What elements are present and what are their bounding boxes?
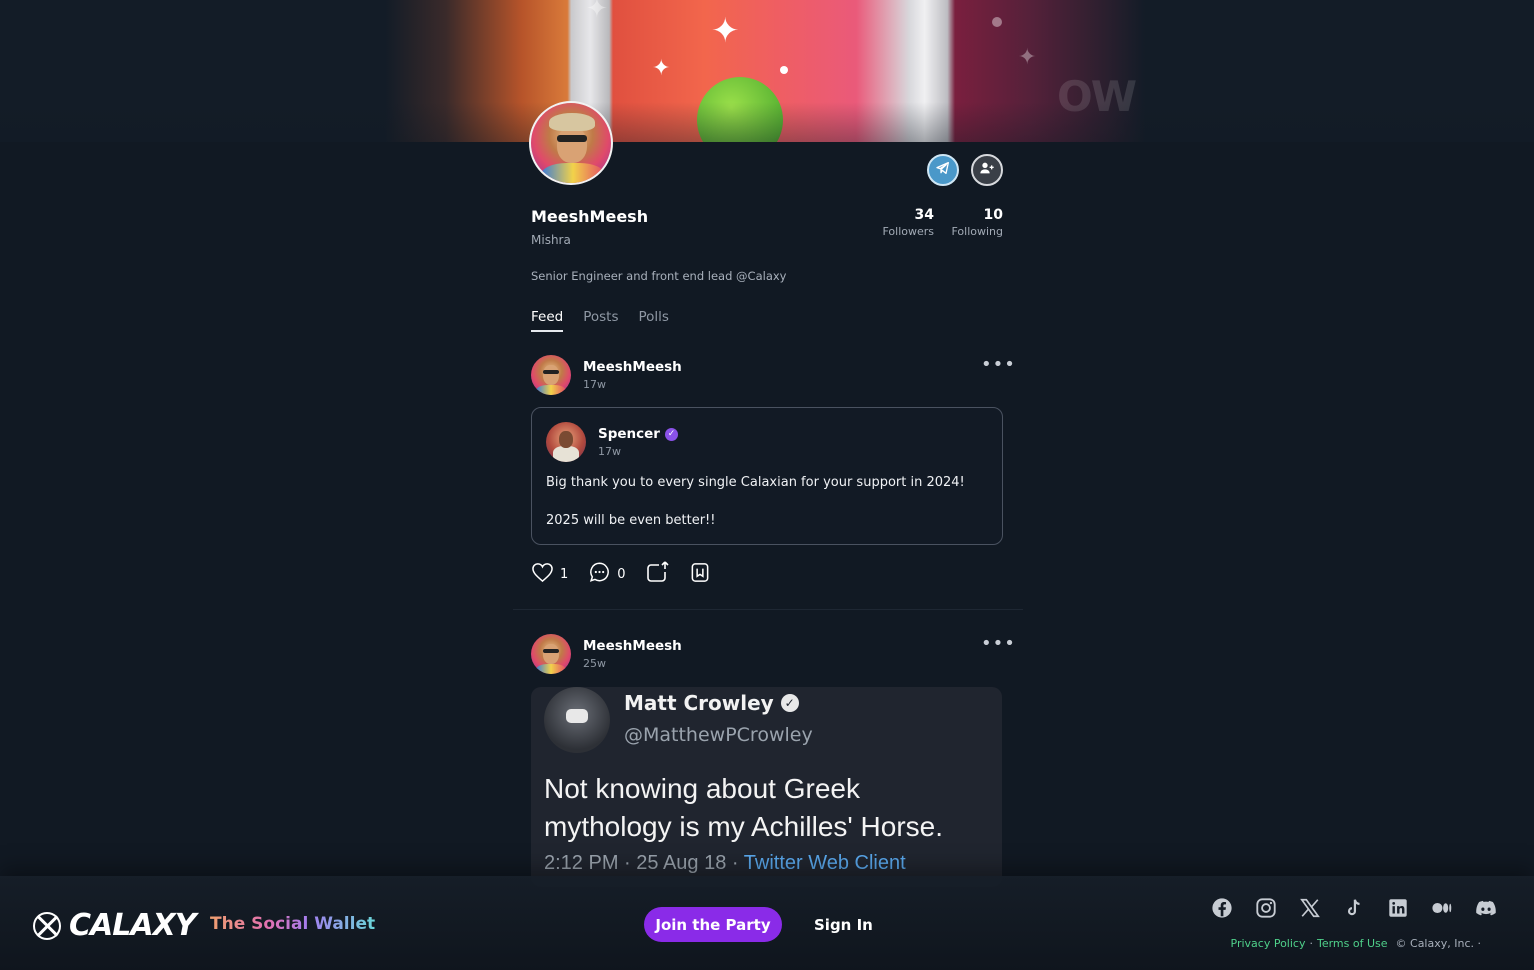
followers-count: 34 [914, 207, 934, 223]
share-button[interactable] [646, 561, 670, 587]
post-author[interactable]: MeeshMeesh 17w [531, 355, 682, 395]
avatar [531, 355, 571, 395]
tiktok-icon[interactable] [1343, 897, 1365, 919]
post-time: 17w [583, 378, 606, 391]
quoted-post-text-line-2: 2025 will be even better!! [546, 513, 716, 528]
verified-icon: ✓ [780, 694, 799, 712]
privacy-policy-link[interactable]: Privacy Policy [1231, 937, 1306, 950]
followers-stat[interactable]: 34 Followers [882, 207, 934, 238]
following-stat[interactable]: 10 Following [951, 207, 1003, 238]
author-name: MeeshMeesh [583, 638, 682, 654]
post-time: 25w [583, 657, 606, 670]
post-author[interactable]: MeeshMeesh 25w [531, 634, 682, 674]
bookmark-button[interactable] [690, 562, 710, 587]
footer-links: Privacy Policy · Terms of Use © Calaxy, … [1231, 937, 1482, 950]
post-actions: 1 0 [531, 561, 730, 587]
sign-in-button[interactable]: Sign In [808, 907, 879, 942]
social-links [1211, 897, 1497, 919]
linkedin-icon[interactable] [1387, 897, 1409, 919]
star-icon: ✦ [652, 56, 671, 81]
comment-button[interactable]: 0 [588, 561, 626, 587]
comment-count: 0 [617, 566, 626, 582]
quoted-author-name: Spencer [598, 426, 660, 442]
following-count: 10 [983, 207, 1003, 223]
verified-icon: ✓ [664, 427, 678, 441]
footer-separator: · [1309, 937, 1313, 950]
tweet-client: Twitter Web Client [743, 852, 906, 874]
dot [992, 17, 1002, 27]
avatar [546, 422, 586, 462]
more-button[interactable]: ••• [981, 354, 1016, 375]
post-divider [513, 609, 1023, 610]
tweet-author-name: Matt Crowley [624, 691, 774, 715]
heart-icon [531, 562, 554, 587]
tweet-avatar [544, 687, 610, 753]
profile-tabs: Feed Posts Polls [531, 309, 669, 332]
tweet-handle: @MatthewPCrowley [624, 724, 813, 746]
bookmark-icon [690, 562, 710, 587]
quoted-post-time: 17w [598, 445, 621, 458]
post-image[interactable]: Matt Crowley ✓ @MatthewPCrowley Not know… [531, 687, 1002, 887]
avatar [531, 634, 571, 674]
profile-bio: Senior Engineer and front end lead @Cala… [531, 269, 787, 283]
tab-feed[interactable]: Feed [531, 309, 564, 332]
add-user-icon [979, 160, 995, 180]
like-count: 1 [560, 566, 569, 582]
quoted-post-text-line-1: Big thank you to every single Calaxian f… [546, 475, 965, 490]
discord-icon[interactable] [1475, 897, 1497, 919]
medium-icon[interactable] [1431, 897, 1453, 919]
star-icon: ✦ [586, 0, 608, 24]
profile-banner: ✦ ✦ ✦ ✦ OW [0, 0, 1534, 142]
calaxy-logo[interactable]: CALAXY [33, 908, 196, 943]
instagram-icon[interactable] [1255, 897, 1277, 919]
author-name: MeeshMeesh [583, 359, 682, 375]
profile-avatar [529, 101, 613, 185]
tab-posts[interactable]: Posts [583, 309, 618, 332]
more-icon: ••• [981, 354, 1016, 375]
tweet-text-line-1: Not knowing about Greek [544, 773, 860, 804]
calaxy-logo-icon [33, 911, 61, 940]
telegram-icon [935, 160, 951, 180]
more-button[interactable]: ••• [981, 633, 1016, 654]
facebook-icon[interactable] [1211, 897, 1233, 919]
dot [780, 66, 788, 74]
comment-icon [588, 561, 611, 587]
star-icon: ✦ [711, 11, 740, 51]
tweet-meta: 2:12 PM · 25 Aug 18 · [544, 852, 744, 874]
copyright-text: © Calaxy, Inc. · [1395, 937, 1481, 950]
terms-of-use-link[interactable]: Terms of Use [1317, 937, 1388, 950]
star-icon: ✦ [1018, 45, 1037, 70]
profile-real-name: Mishra [531, 233, 571, 247]
logo-wordmark: CALAXY [69, 908, 196, 943]
join-the-party-button[interactable]: Join the Party [644, 907, 782, 942]
followers-label: Followers [882, 225, 934, 238]
tab-polls[interactable]: Polls [639, 309, 669, 332]
telegram-button[interactable] [927, 154, 959, 186]
tagline: The Social Wallet [210, 914, 376, 934]
like-button[interactable]: 1 [531, 562, 568, 587]
follow-button[interactable] [971, 154, 1003, 186]
more-icon: ••• [981, 633, 1016, 654]
share-icon [646, 561, 670, 587]
profile-display-name: MeeshMeesh [531, 207, 649, 226]
quoted-post[interactable]: Spencer ✓ 17w Big thank you to every sin… [531, 407, 1003, 545]
following-label: Following [951, 225, 1003, 238]
quoted-author: Spencer ✓ 17w [546, 422, 678, 462]
x-icon[interactable] [1299, 897, 1321, 919]
tweet-text-line-2: mythology is my Achilles' Horse. [544, 811, 944, 842]
